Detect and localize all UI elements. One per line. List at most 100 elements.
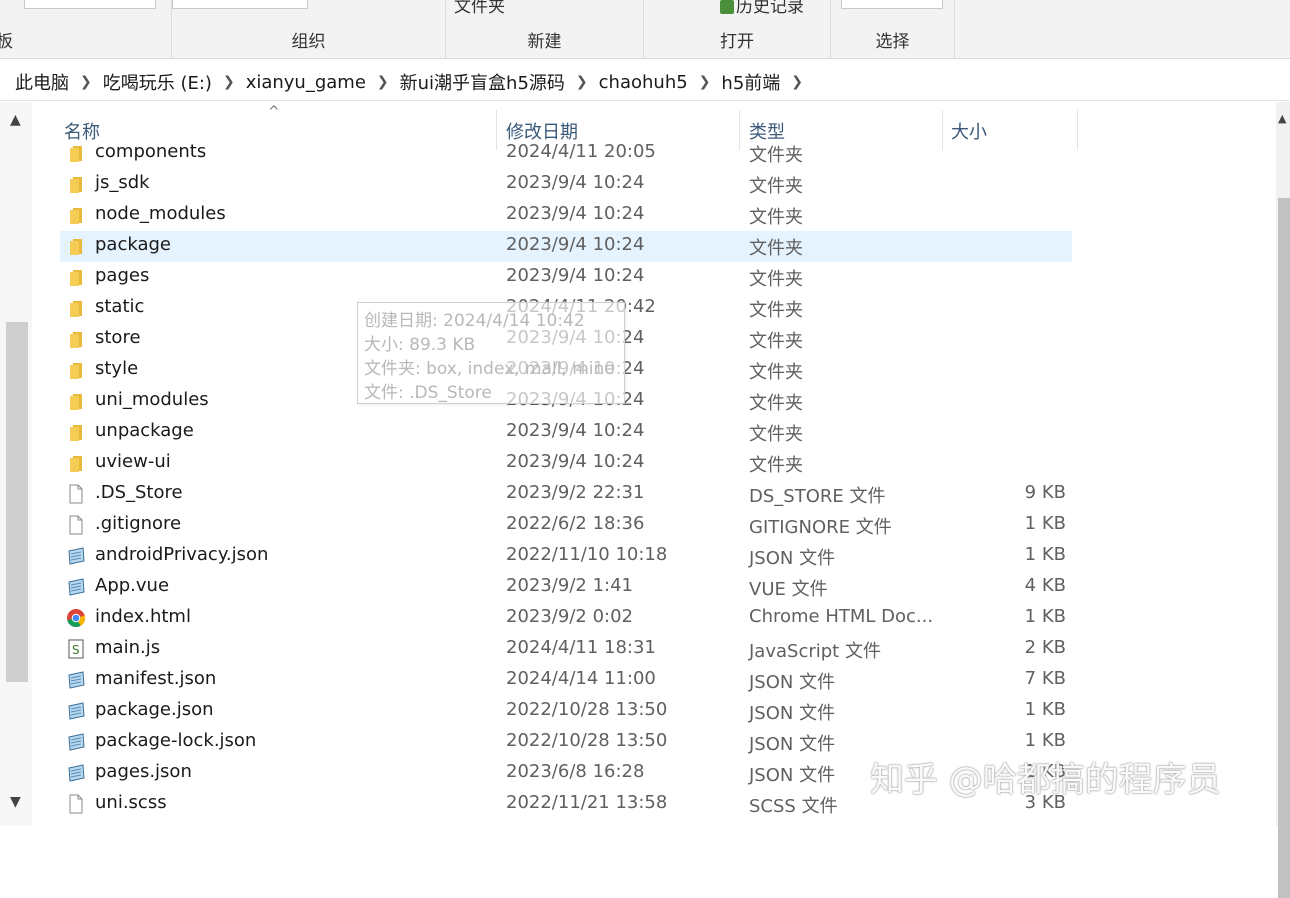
folder-icon — [66, 453, 86, 473]
column-divider[interactable] — [1077, 110, 1078, 150]
file-name: unpackage — [95, 420, 194, 441]
file-name: .gitignore — [95, 513, 182, 534]
breadcrumb-item[interactable]: xianyu_game — [243, 72, 369, 93]
file-type: 文件夹 — [749, 269, 803, 290]
file-row[interactable]: manifest.json 2024/4/14 11:00 JSON 文件 7 KB — [60, 665, 1072, 696]
file-type: JSON 文件 — [749, 703, 836, 724]
file-name: App.vue — [95, 575, 170, 596]
breadcrumb: 此电脑 ❯ 吃喝玩乐 (E:) ❯ xianyu_game ❯ 新ui潮乎盲盒h5源码… — [12, 69, 811, 95]
breadcrumb-item[interactable]: 此电脑 — [12, 69, 72, 95]
file-type: JSON 文件 — [749, 765, 836, 786]
chrome-icon — [66, 608, 86, 628]
file-name: androidPrivacy.json — [95, 544, 269, 565]
folder-icon — [66, 422, 86, 442]
file-date: 2023/9/2 22:31 — [506, 482, 645, 503]
ribbon-group-clipboard: 板 — [0, 0, 172, 58]
scrollbar-thumb[interactable] — [1278, 198, 1290, 898]
file-row[interactable]: App.vue 2023/9/2 1:41 VUE 文件 4 KB — [60, 572, 1072, 603]
scroll-up-icon[interactable]: ▲ — [1278, 112, 1286, 125]
breadcrumb-item[interactable]: chaohuh5 — [596, 72, 691, 93]
file-name: pages.json — [95, 761, 192, 782]
file-icon — [66, 484, 86, 504]
folder-icon — [66, 391, 86, 411]
folder-icon — [66, 298, 86, 318]
folder-icon — [66, 205, 86, 225]
breadcrumb-item[interactable]: 吃喝玩乐 (E:) — [100, 69, 215, 95]
ribbon-group-new: 文件夹 新建 — [446, 0, 644, 58]
file-size: 1 KB — [1024, 699, 1066, 720]
file-name: package.json — [95, 699, 214, 720]
ribbon-select-button[interactable] — [841, 0, 943, 9]
chevron-right-icon[interactable]: ❯ — [72, 74, 100, 90]
svg-text:S: S — [72, 643, 80, 657]
ribbon-group-select: 选择 — [831, 0, 955, 58]
file-icon — [66, 515, 86, 535]
ribbon-clipboard-button[interactable] — [24, 0, 156, 9]
breadcrumb-item[interactable]: 新ui潮乎盲盒h5源码 — [397, 69, 568, 95]
file-row[interactable]: pages 2023/9/4 10:24 文件夹 — [60, 262, 1072, 293]
ribbon-group-label: 板 — [0, 32, 13, 52]
chevron-right-icon[interactable]: ❯ — [783, 74, 811, 90]
file-name: uview-ui — [95, 451, 171, 472]
file-type: 文件夹 — [749, 300, 803, 321]
ribbon-organize-button[interactable] — [172, 0, 308, 9]
file-name: pages — [95, 265, 150, 286]
file-type: 文件夹 — [749, 145, 803, 166]
file-row[interactable]: node_modules 2023/9/4 10:24 文件夹 — [60, 200, 1072, 231]
file-row[interactable]: uview-ui 2023/9/4 10:24 文件夹 — [60, 448, 1072, 479]
file-row[interactable]: package.json 2022/10/28 13:50 JSON 文件 1 KB — [60, 696, 1072, 727]
file-name: store — [95, 327, 141, 348]
file-row[interactable]: .gitignore 2022/6/2 18:36 GITIGNORE 文件 1 KB — [60, 510, 1072, 541]
folder-icon — [66, 329, 86, 349]
ribbon-group-label: 新建 — [527, 32, 562, 52]
chevron-right-icon[interactable]: ❯ — [215, 74, 243, 90]
chevron-right-icon[interactable]: ❯ — [568, 74, 596, 90]
file-type: JavaScript 文件 — [749, 641, 881, 662]
ribbon-group-label: 组织 — [291, 32, 326, 52]
file-row[interactable]: package 2023/9/4 10:24 文件夹 — [60, 231, 1072, 262]
json-file-icon — [66, 546, 86, 566]
file-date: 2022/10/28 13:50 — [506, 699, 668, 720]
file-name: node_modules — [95, 203, 226, 224]
ribbon-group-organize: 组织 — [172, 0, 446, 58]
file-name: main.js — [95, 637, 161, 658]
folder-info-tooltip: 创建日期: 2024/4/14 10:42 大小: 89.3 KB 文件夹: b… — [357, 302, 625, 404]
file-row[interactable]: js_sdk 2023/9/4 10:24 文件夹 — [60, 169, 1072, 200]
file-type: 文件夹 — [749, 424, 803, 445]
tooltip-files: 文件: .DS_Store — [364, 383, 492, 403]
chevron-right-icon[interactable]: ❯ — [691, 74, 719, 90]
chevron-right-icon[interactable]: ❯ — [369, 74, 397, 90]
file-size: 9 KB — [1024, 482, 1066, 503]
file-type: JSON 文件 — [749, 734, 836, 755]
new-folder-button[interactable]: 文件夹 — [454, 0, 505, 17]
file-type: 文件夹 — [749, 331, 803, 352]
file-row[interactable]: unpackage 2023/9/4 10:24 文件夹 — [60, 417, 1072, 448]
folder-icon — [66, 236, 86, 256]
file-size: 7 KB — [1024, 668, 1066, 689]
file-icon — [66, 794, 86, 814]
file-list-scrollbar[interactable]: ▲ — [1276, 102, 1290, 898]
file-row[interactable]: components 2024/4/11 20:05 文件夹 — [60, 138, 1072, 169]
file-type: 文件夹 — [749, 207, 803, 228]
navigation-pane-scrollbar[interactable]: ▲ ▼ — [0, 102, 32, 826]
breadcrumb-item[interactable]: h5前端 — [718, 69, 783, 95]
file-row[interactable]: Smain.js 2024/4/11 18:31 JavaScript 文件 2 KB — [60, 634, 1072, 665]
file-type: 文件夹 — [749, 455, 803, 476]
folder-icon — [66, 143, 86, 163]
file-type: SCSS 文件 — [749, 796, 838, 817]
file-name: uni.scss — [95, 792, 167, 813]
file-row[interactable]: androidPrivacy.json 2022/11/10 10:18 JSON … — [60, 541, 1072, 572]
scrollbar-thumb[interactable] — [6, 322, 28, 682]
file-row[interactable]: index.html 2023/9/2 0:02 Chrome HTML Doc..… — [60, 603, 1072, 634]
ribbon-group-label: 打开 — [720, 32, 754, 52]
history-button[interactable]: 历史记录 — [720, 0, 804, 17]
file-name: js_sdk — [95, 172, 150, 193]
history-label: 历史记录 — [736, 0, 804, 17]
file-date: 2023/9/4 10:24 — [506, 451, 645, 472]
file-row[interactable]: .DS_Store 2023/9/2 22:31 DS_STORE 文件 9 KB — [60, 479, 1072, 510]
address-bar[interactable]: 此电脑 ❯ 吃喝玩乐 (E:) ❯ xianyu_game ❯ 新ui潮乎盲盒h5源码… — [0, 60, 1290, 101]
file-size: 4 KB — [1024, 575, 1066, 596]
file-name: .DS_Store — [95, 482, 183, 503]
folder-icon — [66, 267, 86, 287]
scroll-down-icon[interactable]: ▼ — [10, 794, 21, 810]
